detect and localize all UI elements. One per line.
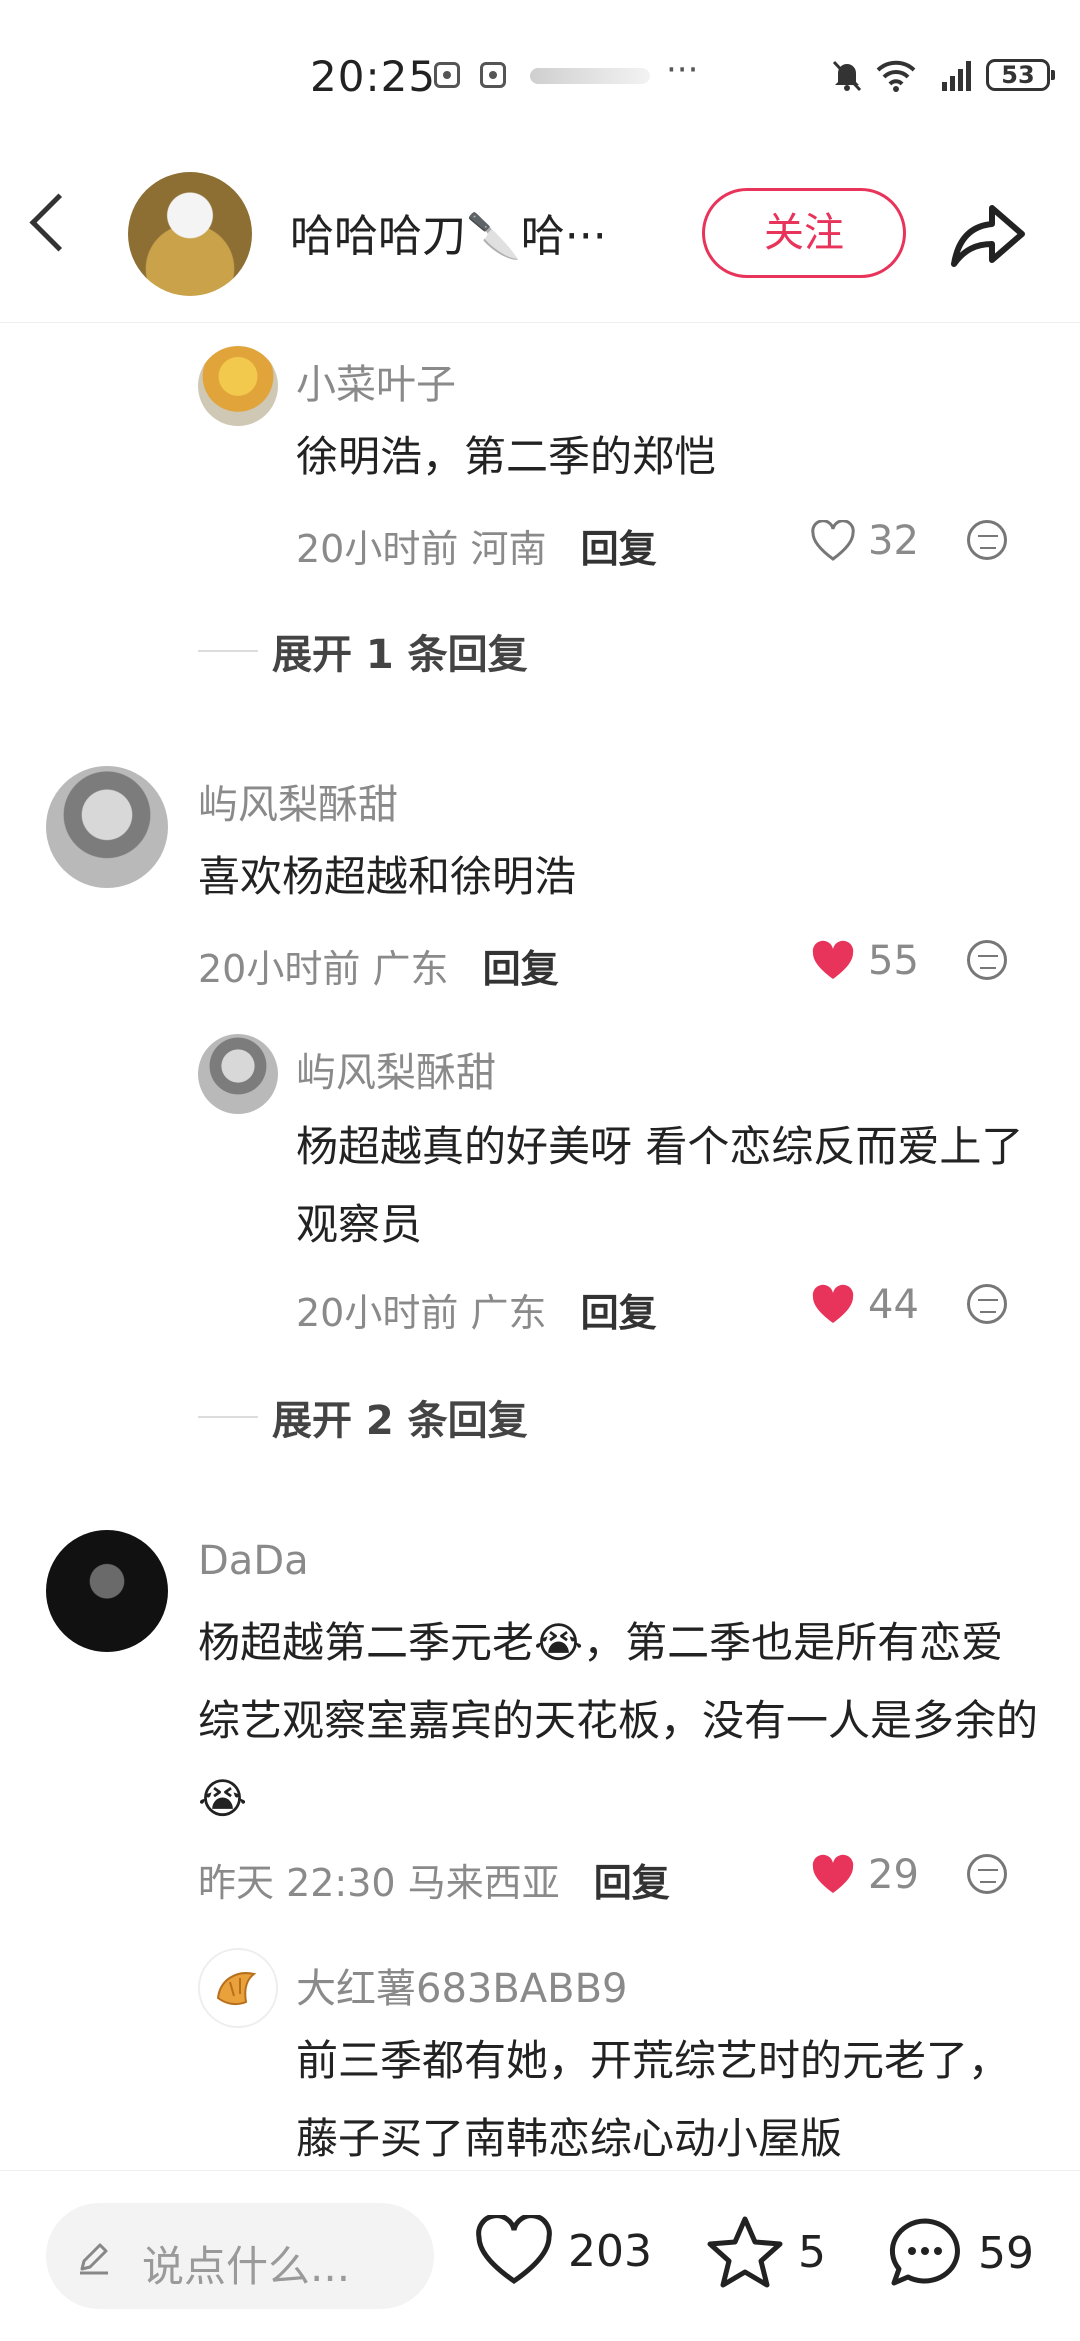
comment-text: 徐明浩，第二季的郑恺 (296, 432, 717, 481)
status-bar: 20:25 ··· 53 (0, 0, 1080, 150)
author-name[interactable]: 哈哈哈刀🔪哈··· (290, 200, 607, 264)
wifi-icon (876, 60, 916, 92)
comment-region: 广东 (372, 947, 449, 991)
comment-time: 昨天 22:30 (198, 1861, 396, 1905)
blurred-notification (530, 68, 650, 84)
favorite-button[interactable]: 5 (706, 2215, 826, 2289)
commenter-name[interactable]: 屿风梨酥甜 (198, 772, 398, 830)
comment-time: 20小时前 (296, 527, 459, 571)
star-icon (707, 2216, 783, 2288)
bottom-action-bar: 说点什么... 203 5 59 (0, 2170, 1080, 2341)
comment-time: 20小时前 (296, 1291, 459, 1335)
reply-button[interactable]: 回复 (581, 1291, 657, 1335)
emoji-reaction-icon[interactable] (967, 940, 1007, 980)
pencil-icon (80, 2243, 108, 2275)
expand-replies-button[interactable]: 展开 1 条回复 (198, 622, 528, 680)
commenter-avatar[interactable] (198, 1948, 278, 2028)
comment-text: 杨超越第二季元老😭，第二季也是所有恋爱综艺观察室嘉宾的天花板，没有一人是多余的😭 (198, 1618, 1039, 1823)
commenter-name[interactable]: DaDa (198, 1538, 309, 1584)
heart-outline-icon (811, 520, 855, 561)
comment-input-placeholder: 说点什么... (142, 2242, 351, 2291)
commenter-avatar[interactable] (46, 766, 168, 888)
comment-region: 广东 (470, 1291, 547, 1335)
status-icons: 53 (830, 58, 1055, 92)
comment-count: 59 (978, 2227, 1034, 2279)
comment-meta: 20小时前 广东 回复 (198, 938, 559, 993)
comment-bubble-icon (889, 2218, 960, 2286)
comment-text: 杨超越真的好美呀 看个恋综反而爱上了观察员 (296, 1122, 1024, 1249)
like-count: 29 (868, 1852, 919, 1898)
follow-button[interactable]: 关注 (702, 188, 906, 278)
heart-filled-icon (812, 940, 854, 979)
croissant-icon (216, 1972, 257, 2006)
cell-signal-icon (942, 61, 971, 91)
comment-region: 河南 (470, 527, 547, 571)
commenter-name[interactable]: 大红薯683BABB9 (296, 1956, 627, 2014)
status-time: 20:25 (310, 52, 437, 101)
like-button[interactable]: 32 (810, 518, 919, 564)
favorite-count: 5 (798, 2226, 826, 2278)
comment-time: 20小时前 (198, 947, 361, 991)
like-count: 44 (868, 1282, 919, 1328)
commenter-avatar[interactable] (46, 1530, 168, 1652)
mute-bell-icon (832, 60, 862, 92)
like-count: 32 (868, 518, 919, 564)
comment-text: 前三季都有她，开荒综艺时的元老了，藤子买了南韩恋综心动小屋版 (296, 2036, 1011, 2163)
reply-button[interactable]: 回复 (581, 527, 657, 571)
expand-replies-button[interactable]: 展开 2 条回复 (198, 1388, 528, 1446)
comment-input[interactable]: 说点什么... (46, 2203, 434, 2309)
comment-meta: 昨天 22:30 马来西亚 回复 (198, 1852, 670, 1907)
heart-outline-icon (476, 2215, 552, 2285)
emoji-reaction-icon[interactable] (967, 1854, 1007, 1894)
comment-meta: 20小时前 河南 回复 (296, 518, 657, 573)
like-button[interactable]: 29 (810, 1852, 919, 1898)
emoji-reaction-icon[interactable] (967, 1284, 1007, 1324)
author-avatar[interactable] (128, 172, 252, 296)
commenter-avatar[interactable] (198, 1034, 278, 1114)
battery-indicator: 53 (986, 59, 1055, 91)
share-icon[interactable] (948, 200, 1028, 270)
back-icon[interactable] (29, 193, 88, 252)
comment-meta: 20小时前 广东 回复 (296, 1282, 657, 1337)
divider (198, 1416, 258, 1418)
like-button[interactable]: 44 (810, 1282, 919, 1328)
reply-button[interactable]: 回复 (483, 947, 559, 991)
expand-replies-label: 展开 2 条回复 (272, 1398, 528, 1444)
post-like-count: 203 (568, 2225, 652, 2277)
reply-button[interactable]: 回复 (594, 1861, 670, 1905)
notification-icon (434, 62, 460, 88)
emoji-reaction-icon[interactable] (967, 520, 1007, 560)
heart-filled-icon (812, 1854, 854, 1893)
like-count: 55 (868, 938, 919, 984)
more-notifications-icon: ··· (666, 50, 699, 90)
commenter-avatar[interactable] (198, 346, 278, 426)
notification-icon (480, 62, 506, 88)
like-post-button[interactable]: 203 (474, 2215, 652, 2287)
commenter-name[interactable]: 小菜叶子 (296, 352, 456, 410)
comment-region: 马来西亚 (407, 1861, 560, 1905)
comments-button[interactable]: 59 (886, 2215, 1034, 2291)
divider (198, 650, 258, 652)
comment-text: 喜欢杨超越和徐明浩 (198, 852, 577, 901)
heart-filled-icon (812, 1284, 854, 1323)
expand-replies-label: 展开 1 条回复 (272, 632, 528, 678)
post-header: 哈哈哈刀🔪哈··· 关注 (0, 150, 1080, 323)
like-button[interactable]: 55 (810, 938, 919, 984)
commenter-name[interactable]: 屿风梨酥甜 (296, 1040, 496, 1098)
